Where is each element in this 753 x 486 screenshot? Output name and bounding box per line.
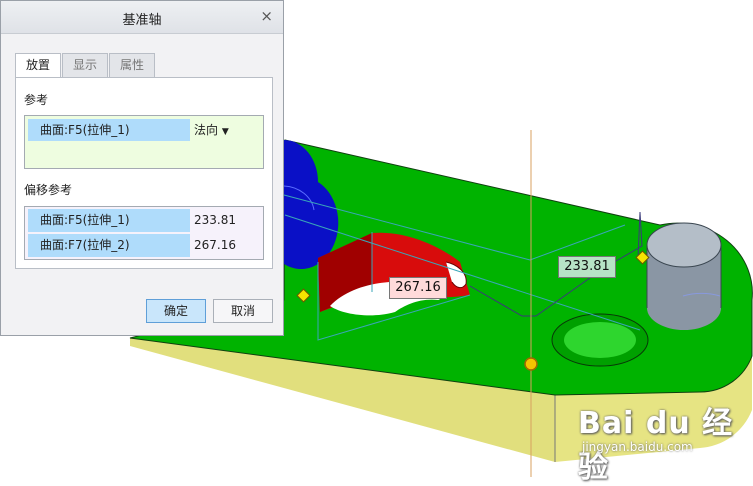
offset-reference-name: 曲面:F5(拉伸_1) [28, 209, 190, 232]
dimension-label-233[interactable]: 233.81 [558, 256, 616, 278]
references-title: 参考 [24, 93, 49, 107]
watermark: Bai du 经验 jingyan.baidu.com [578, 398, 748, 485]
offset-reference-name: 曲面:F7(拉伸_2) [28, 234, 190, 257]
offset-references-title: 偏移参考 [24, 183, 73, 197]
offset-reference-row[interactable]: 曲面:F5(拉伸_1) 233.81 [28, 209, 260, 232]
dimension-label-267[interactable]: 267.16 [389, 277, 447, 299]
cancel-button[interactable]: 取消 [213, 299, 273, 323]
offset-reference-row[interactable]: 曲面:F7(拉伸_2) 267.16 [28, 234, 260, 257]
placement-panel: 参考 曲面:F5(拉伸_1) 法向 ▼ 偏移参考 曲面:F5(拉伸_1) 233… [15, 77, 273, 269]
ok-button[interactable]: 确定 [146, 299, 206, 323]
dialog-title: 基准轴 [122, 13, 162, 28]
offset-references-collector[interactable]: 曲面:F5(拉伸_1) 233.81 曲面:F7(拉伸_2) 267.16 [24, 206, 264, 260]
tab-display[interactable]: 显示 [62, 53, 109, 77]
references-collector[interactable]: 曲面:F5(拉伸_1) 法向 ▼ [24, 115, 264, 169]
reference-type-label: 法向 [194, 123, 219, 137]
tab-placement[interactable]: 放置 [15, 53, 62, 78]
dialog-titlebar[interactable]: 基准轴 × [1, 1, 283, 34]
offset-reference-value[interactable]: 233.81 [194, 209, 236, 232]
tab-properties[interactable]: 属性 [109, 53, 156, 77]
reference-name: 曲面:F5(拉伸_1) [28, 119, 190, 141]
datum-axis-dialog: 基准轴 × 放置 显示 属性 参考 曲面:F5(拉伸_1) 法向 ▼ 偏移参考 … [0, 0, 284, 336]
watermark-site: jingyan.baidu.com [582, 440, 693, 454]
close-icon[interactable]: × [260, 7, 273, 25]
axis-handle[interactable] [524, 357, 538, 371]
reference-type-dropdown[interactable]: 法向 ▼ [194, 119, 229, 141]
tab-bar: 放置 显示 属性 [15, 53, 156, 78]
offset-reference-value[interactable]: 267.16 [194, 234, 236, 257]
chevron-down-icon: ▼ [221, 127, 229, 137]
reference-row[interactable]: 曲面:F5(拉伸_1) 法向 ▼ [28, 119, 260, 141]
